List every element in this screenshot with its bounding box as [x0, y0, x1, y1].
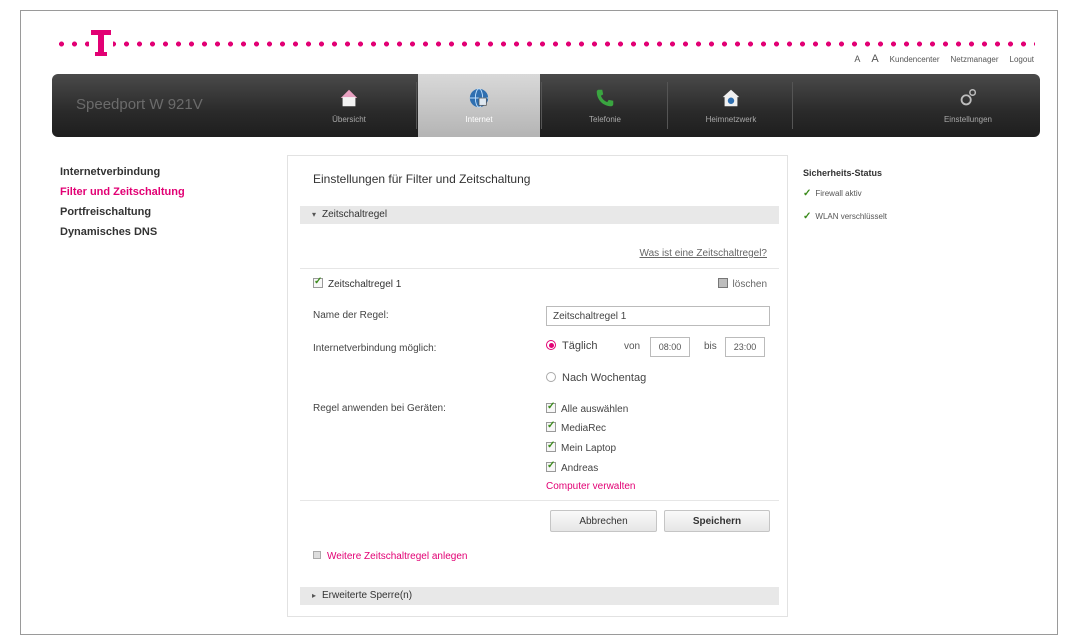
- nav-internet[interactable]: Internet: [418, 74, 540, 137]
- nav-label: Heimnetzwerk: [705, 115, 757, 124]
- main-navbar: Speedport W 921V Übersicht Internet Tele…: [52, 74, 1040, 137]
- add-rule-label: Weitere Zeitschaltregel anlegen: [327, 551, 468, 562]
- status-title: Sicherheits-Status: [803, 168, 883, 178]
- rule-name-input[interactable]: Zeitschaltregel 1: [546, 306, 770, 326]
- device-label: Mein Laptop: [561, 443, 617, 454]
- check-icon: ✓: [803, 188, 812, 199]
- devices-label: Regel anwenden bei Geräten:: [313, 403, 446, 414]
- delete-icon: [717, 278, 728, 288]
- home-network-icon: [722, 89, 740, 107]
- radio-weekday[interactable]: Nach Wochentag: [546, 372, 646, 384]
- weekday-label: Nach Wochentag: [562, 372, 647, 384]
- security-status: Sicherheits-Status ✓ Firewall aktiv ✓ WLAN…: [803, 168, 887, 234]
- nav-label: Einstellungen: [943, 115, 993, 124]
- checkbox[interactable]: [546, 460, 556, 472]
- nav-heimnetzwerk[interactable]: Heimnetzwerk: [670, 74, 792, 137]
- page-title: Einstellungen für Filter und Zeitschaltu…: [313, 172, 531, 186]
- font-larger-link[interactable]: A: [871, 53, 878, 65]
- nav-telefonie[interactable]: Telefonie: [544, 74, 666, 137]
- help-link[interactable]: Was ist eine Zeitschaltregel?: [640, 248, 767, 259]
- from-label: von: [624, 341, 641, 352]
- connection-label: Internetverbindung möglich:: [313, 343, 437, 354]
- radio-daily-button[interactable]: [546, 340, 556, 350]
- name-label: Name der Regel:: [313, 310, 389, 321]
- rule-header-label: Zeitschaltregel 1: [328, 279, 402, 290]
- telekom-t-icon[interactable]: [89, 26, 113, 58]
- sidebar-item-filter-zeitschaltung[interactable]: Filter und Zeitschaltung: [60, 186, 185, 198]
- device-mein-laptop[interactable]: Mein Laptop: [546, 440, 617, 454]
- product-name: Speedport W 921V: [76, 96, 203, 113]
- netzmanager-link[interactable]: Netzmanager: [951, 55, 999, 64]
- rule-enabled-checkbox[interactable]: [313, 276, 323, 288]
- nav-label: Telefonie: [588, 115, 622, 124]
- device-mediarec[interactable]: MediaRec: [546, 420, 607, 434]
- sidebar-item-internetverbindung[interactable]: Internetverbindung: [60, 166, 185, 178]
- section-erweiterte-sperren[interactable]: ▸ Erweiterte Sperre(n): [300, 587, 779, 605]
- kundencenter-link[interactable]: Kundencenter: [890, 55, 940, 64]
- checkbox[interactable]: [546, 420, 556, 432]
- status-label: WLAN verschlüsselt: [815, 212, 887, 221]
- delete-rule-button[interactable]: löschen: [717, 278, 767, 290]
- globe-icon: [469, 88, 489, 108]
- nav-ubersicht[interactable]: Übersicht: [288, 74, 410, 137]
- radio-weekday-button[interactable]: [546, 372, 556, 382]
- cancel-button[interactable]: Abbrechen: [550, 510, 657, 532]
- radio-daily[interactable]: Täglich: [546, 340, 597, 352]
- manage-computers-link[interactable]: Computer verwalten: [546, 481, 635, 492]
- chevron-right-icon: ▸: [312, 591, 317, 600]
- time-to-input[interactable]: 23:00: [725, 337, 765, 357]
- gear-icon: [960, 89, 977, 106]
- plus-icon: [313, 551, 321, 559]
- top-links: A A Kundencenter Netzmanager Logout: [854, 53, 1034, 65]
- device-label: Andreas: [561, 463, 599, 474]
- time-from-input[interactable]: 08:00: [650, 337, 690, 357]
- font-smaller-link[interactable]: A: [854, 54, 860, 64]
- status-label: Firewall aktiv: [815, 189, 862, 198]
- device-label: Alle auswählen: [561, 404, 629, 415]
- to-label: bis: [704, 341, 717, 352]
- daily-label: Täglich: [562, 340, 598, 352]
- nav-einstellungen[interactable]: Einstellungen: [907, 74, 1029, 137]
- delete-label: löschen: [732, 279, 767, 290]
- brand-dots: [55, 41, 1035, 47]
- chevron-down-icon: ▾: [312, 210, 317, 219]
- section-label: Zeitschaltregel: [322, 209, 388, 220]
- status-item-wlan: ✓ WLAN verschlüsselt: [803, 211, 887, 222]
- sidebar-item-dynamisches-dns[interactable]: Dynamisches DNS: [60, 226, 185, 238]
- phone-icon: [596, 89, 614, 107]
- rule-header[interactable]: Zeitschaltregel 1: [313, 276, 402, 290]
- side-navigation: Internetverbindung Filter und Zeitschalt…: [60, 166, 185, 246]
- status-item-firewall: ✓ Firewall aktiv: [803, 188, 887, 199]
- house-icon: [340, 89, 358, 107]
- checkbox[interactable]: [546, 401, 556, 413]
- add-rule-link[interactable]: Weitere Zeitschaltregel anlegen: [313, 551, 467, 562]
- section-zeitschaltregel[interactable]: ▾ Zeitschaltregel: [300, 206, 779, 224]
- nav-label: Übersicht: [332, 115, 366, 124]
- device-select-all[interactable]: Alle auswählen: [546, 401, 629, 415]
- brand-bar: [55, 26, 1035, 58]
- settings-panel: Einstellungen für Filter und Zeitschaltu…: [287, 155, 788, 617]
- logout-link[interactable]: Logout: [1010, 55, 1034, 64]
- check-icon: ✓: [803, 211, 812, 222]
- section-label: Erweiterte Sperre(n): [322, 590, 413, 601]
- device-andreas[interactable]: Andreas: [546, 460, 599, 474]
- checkbox[interactable]: [546, 440, 556, 452]
- device-label: MediaRec: [561, 423, 607, 434]
- nav-label: Internet: [465, 115, 493, 124]
- sidebar-item-portfreischaltung[interactable]: Portfreischaltung: [60, 206, 185, 218]
- save-button[interactable]: Speichern: [664, 510, 770, 532]
